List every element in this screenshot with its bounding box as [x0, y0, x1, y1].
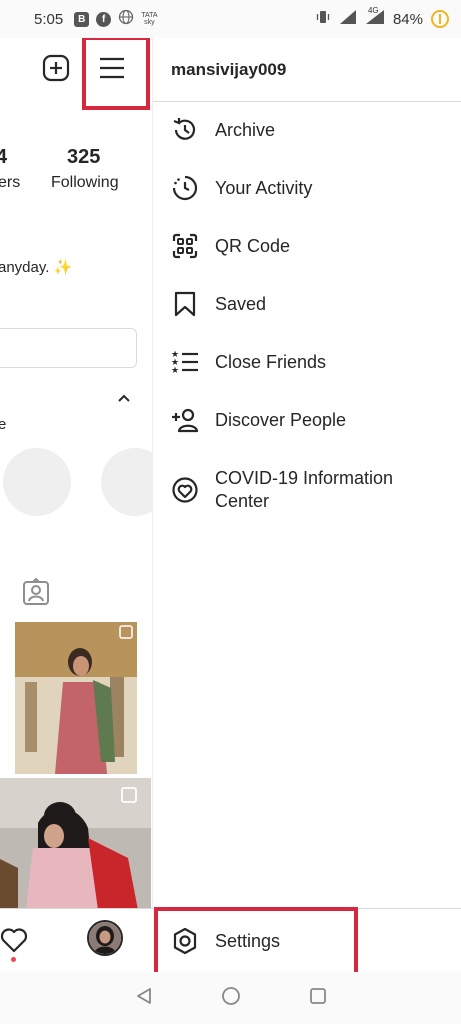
menu-item-qr-code[interactable]: QR Code [153, 232, 461, 260]
post-thumbnail[interactable] [0, 778, 151, 908]
menu-label-archive: Archive [215, 120, 276, 140]
vibrate-icon [315, 9, 331, 29]
story-highlight[interactable] [3, 448, 71, 516]
android-nav-bar [0, 972, 461, 1024]
settings-highlight-box [154, 907, 358, 976]
menu-label-discover-people: Discover People [215, 410, 347, 430]
signal-4g-icon: 4G [365, 6, 385, 29]
menu-item-your-activity[interactable]: Your Activity [153, 174, 461, 202]
side-drawer: mansivijay009 Archive Your Activity QR C… [153, 38, 461, 908]
plus-square-icon [42, 54, 70, 82]
menu-label-your-activity: Your Activity [215, 178, 313, 198]
signal-icon [339, 9, 357, 29]
back-triangle-icon [136, 987, 151, 1004]
svg-text:★: ★ [171, 366, 179, 376]
menu-label-covid-info: COVID-19 Information Center [215, 468, 394, 511]
profile-tab-avatar[interactable] [87, 920, 123, 956]
activity-icon [171, 174, 199, 202]
tagged-posts-icon[interactable] [22, 577, 50, 611]
status-bar: 5:05 B f TATA sky 4G 84% [0, 0, 461, 38]
close-friends-icon: ★ ★ ★ [171, 348, 199, 376]
qr-code-icon [171, 232, 199, 260]
home-nav-button[interactable] [221, 986, 241, 1011]
menu-item-discover-people[interactable]: Discover People [153, 406, 461, 434]
carrier-notification-icon: TATA sky [141, 12, 158, 26]
battery-icon [431, 10, 449, 28]
covid-info-icon [171, 476, 199, 504]
battery-percent: 84% [392, 10, 423, 28]
profile-panel: 4 ers 325 Following anyday. ✨ e [0, 38, 153, 908]
menu-item-close-friends[interactable]: ★ ★ ★ Close Friends [153, 348, 461, 376]
following-count: 325 [67, 146, 101, 168]
add-person-icon [171, 406, 199, 434]
chevron-up-icon[interactable] [117, 390, 131, 408]
menu-item-archive[interactable]: Archive [153, 116, 461, 144]
activity-tab[interactable] [0, 927, 28, 962]
menu-label-saved: Saved [215, 294, 267, 314]
menu-item-covid-info[interactable]: COVID-19 Information Center [153, 464, 461, 513]
back-nav-button[interactable] [134, 986, 154, 1011]
following-label[interactable]: Following [51, 174, 119, 192]
menu-label-qr-code: QR Code [215, 236, 291, 256]
b-notification-icon: B [74, 11, 90, 27]
bookmark-icon [171, 290, 199, 318]
new-post-button[interactable] [40, 52, 72, 84]
drawer-username: mansivijay009 [153, 38, 461, 102]
edit-profile-button[interactable] [0, 328, 137, 368]
home-circle-icon [221, 986, 240, 1005]
story-highlight[interactable] [101, 448, 152, 516]
globe-notification-icon [118, 9, 134, 29]
status-time: 5:05 [34, 10, 64, 28]
notification-dot [11, 957, 16, 962]
followers-count: 4 [0, 146, 7, 169]
recents-square-icon [309, 987, 326, 1004]
archive-icon [171, 116, 199, 144]
menu-highlight-box [82, 38, 150, 110]
highlights-label: e [0, 416, 6, 433]
facebook-notification-icon: f [96, 11, 112, 27]
followers-label[interactable]: ers [0, 174, 20, 192]
recents-nav-button[interactable] [308, 986, 328, 1011]
menu-item-saved[interactable]: Saved [153, 290, 461, 318]
heart-icon [0, 928, 28, 953]
post-thumbnail[interactable] [15, 622, 137, 774]
menu-label-close-friends: Close Friends [215, 352, 327, 372]
bio-text: anyday. ✨ [0, 259, 73, 276]
bottom-bar: Settings [0, 907, 461, 976]
